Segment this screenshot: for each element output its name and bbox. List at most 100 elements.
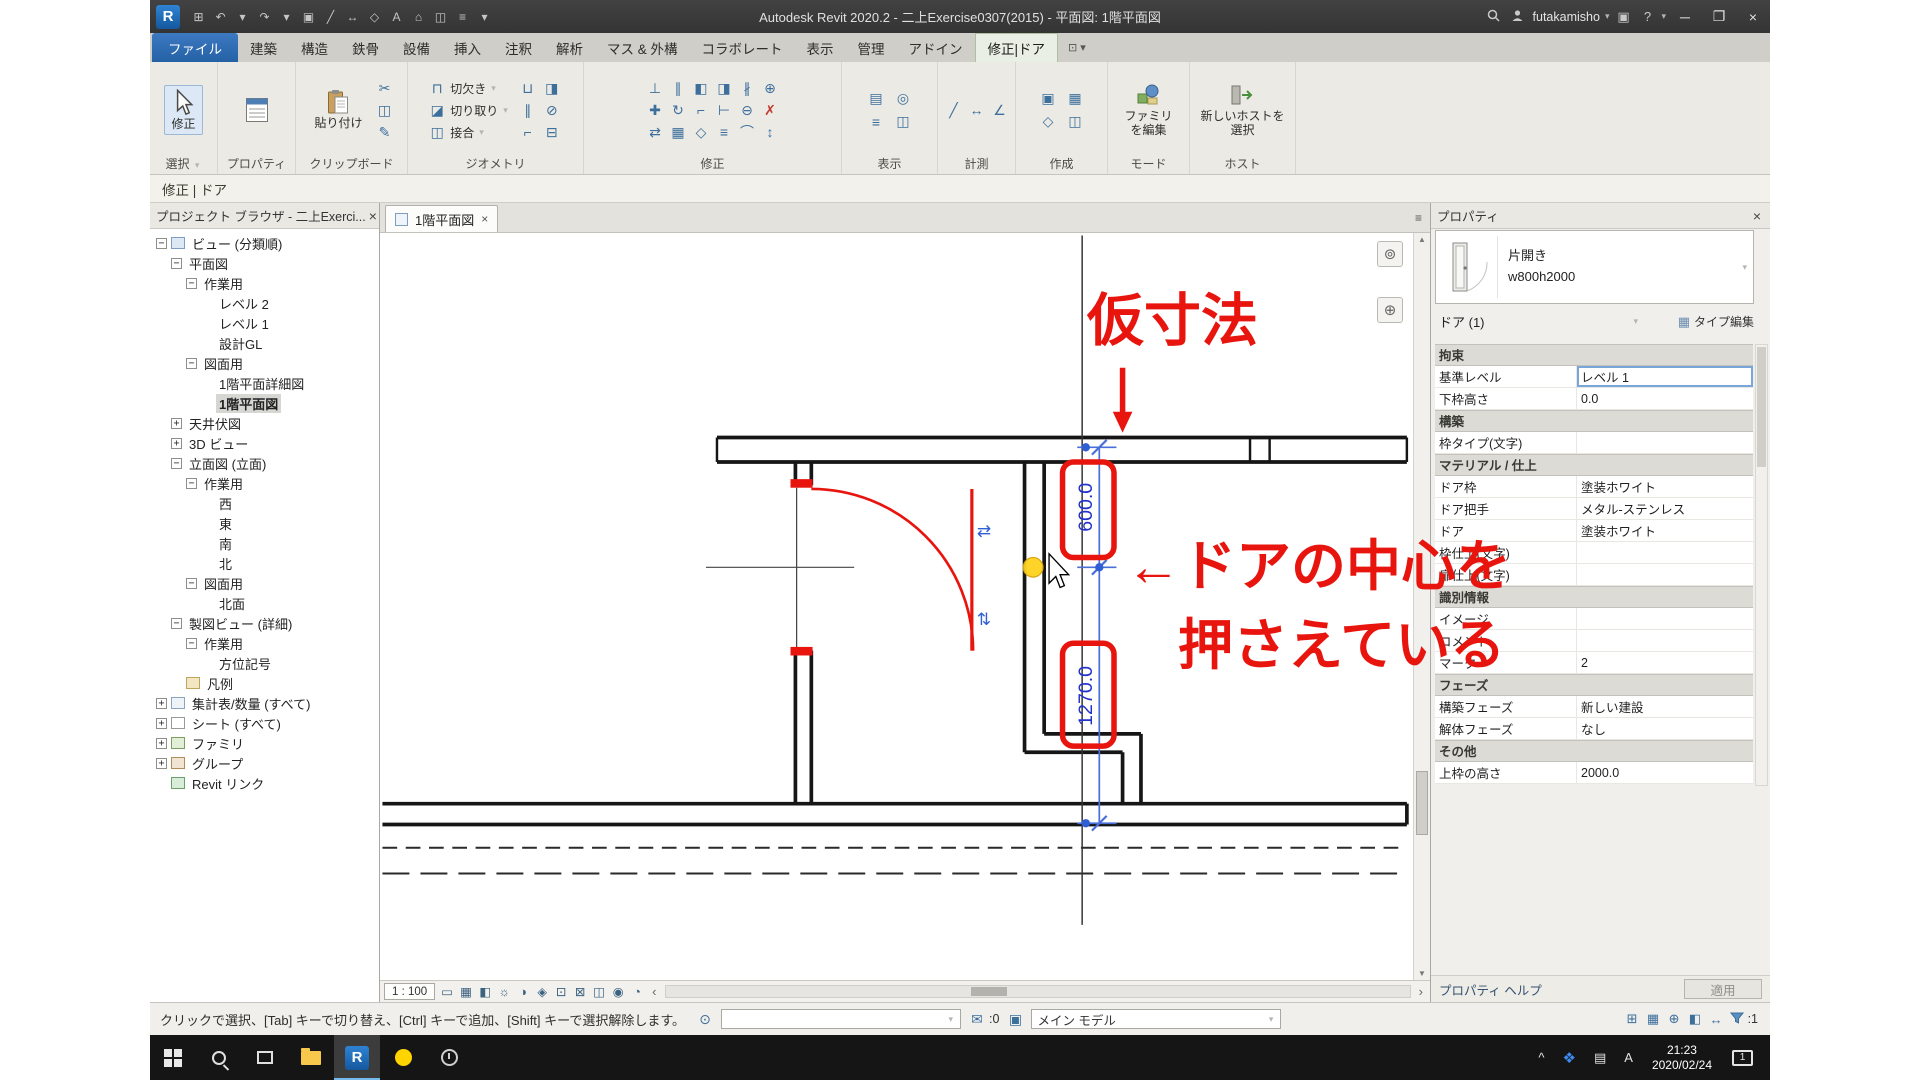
- collapse-icon[interactable]: −: [171, 258, 182, 269]
- temp-dim-600[interactable]: 600.0: [1075, 483, 1097, 532]
- prop-value-10[interactable]: [1577, 564, 1753, 585]
- scale-icon[interactable]: ◇: [691, 122, 711, 142]
- expand-icon[interactable]: +: [156, 758, 167, 769]
- help-icon[interactable]: ?: [1635, 9, 1659, 24]
- detail-level-icon[interactable]: ▦: [457, 983, 475, 1001]
- analytical-model-icon[interactable]: ◔: [628, 983, 646, 1001]
- project-browser-header[interactable]: プロジェクト ブラウザ - 二上Exerci... ×: [150, 203, 379, 229]
- properties-scrollbar[interactable]: [1755, 344, 1768, 786]
- prop-group-0[interactable]: 拘束: [1435, 344, 1753, 366]
- prop-group-18[interactable]: その他: [1435, 740, 1753, 762]
- create-similar-icon[interactable]: ▣: [1038, 89, 1058, 109]
- ribbon-tab-9[interactable]: 表示: [795, 33, 846, 62]
- tree-item-5[interactable]: 設計GL: [150, 333, 379, 353]
- create-parts-icon[interactable]: ◫: [1065, 112, 1085, 132]
- prop-value-2[interactable]: 0.0: [1577, 388, 1753, 409]
- scroll-right-icon[interactable]: ›: [1416, 984, 1426, 999]
- collapse-icon[interactable]: −: [156, 238, 167, 249]
- user-dropdown-icon[interactable]: ▾: [1605, 11, 1610, 22]
- join-geometry-button[interactable]: ◫接合▾: [427, 121, 510, 143]
- copy-element-icon[interactable]: ⇄: [645, 122, 665, 142]
- rotate-icon[interactable]: ↻: [668, 100, 688, 120]
- view-templates-icon[interactable]: ▤: [866, 89, 886, 109]
- keyboard-icon[interactable]: ▤: [1585, 1050, 1615, 1066]
- undo-icon[interactable]: ↶: [210, 6, 231, 27]
- modify-tool-button[interactable]: 修正: [164, 85, 202, 136]
- worksets-icon[interactable]: ⊙: [695, 1009, 715, 1029]
- minimize-button[interactable]: ─: [1668, 0, 1702, 33]
- tag-icon[interactable]: ◇: [364, 6, 385, 27]
- create-assembly-icon[interactable]: ◇: [1038, 112, 1058, 132]
- reveal-hidden-elements-icon[interactable]: ◉: [609, 983, 627, 1001]
- start-button[interactable]: [150, 1035, 196, 1080]
- revit-app-icon[interactable]: R: [156, 5, 180, 29]
- pick-new-host-button[interactable]: 新しいホストを 選択: [1194, 79, 1290, 141]
- prop-value-16[interactable]: 新しい建設: [1577, 696, 1753, 717]
- workspace-icon[interactable]: ⊞: [188, 6, 209, 27]
- ribbon-tab-1[interactable]: 構造: [289, 33, 340, 62]
- trim-single-icon[interactable]: ⊢: [714, 100, 734, 120]
- sun-path-icon[interactable]: ☼: [495, 983, 513, 1001]
- undo-dropdown-icon[interactable]: ▾: [232, 6, 253, 27]
- measure-between-icon[interactable]: ╱: [944, 100, 964, 120]
- revit-taskbar-button[interactable]: R: [334, 1035, 380, 1080]
- hidden-icons-chevron[interactable]: ^: [1529, 1050, 1553, 1065]
- search-icon[interactable]: [1482, 9, 1506, 25]
- temporary-hide-isolate-icon[interactable]: ◫: [590, 983, 608, 1001]
- collapse-icon[interactable]: −: [171, 618, 182, 629]
- editing-requests[interactable]: ✉:0: [967, 1009, 999, 1029]
- task-view-button[interactable]: [242, 1035, 288, 1080]
- properties-scroll-thumb[interactable]: [1757, 347, 1766, 467]
- tree-item-9[interactable]: +天井伏図: [150, 413, 379, 433]
- tree-item-15[interactable]: 南: [150, 533, 379, 553]
- active-workset-select[interactable]: ▾: [721, 1009, 961, 1029]
- pin-icon[interactable]: ⊕: [760, 78, 780, 98]
- tree-item-18[interactable]: 北面: [150, 593, 379, 613]
- design-options-icon[interactable]: ▣: [1005, 1009, 1025, 1029]
- section-icon[interactable]: ◫: [430, 6, 451, 27]
- unpin-icon[interactable]: ⊖: [737, 100, 757, 120]
- edit-type-button[interactable]: ▦ タイプ編集: [1650, 313, 1754, 330]
- select-by-face-icon[interactable]: ◧: [1686, 1010, 1705, 1029]
- visual-style-icon[interactable]: ◧: [476, 983, 494, 1001]
- help-dropdown-icon[interactable]: ▾: [1661, 11, 1666, 22]
- array-icon[interactable]: ▦: [668, 122, 688, 142]
- crop-region-icon[interactable]: ▭: [438, 983, 456, 1001]
- design-option-select[interactable]: メイン モデル▾: [1031, 1009, 1281, 1029]
- redo-dropdown-icon[interactable]: ▾: [276, 6, 297, 27]
- expand-icon[interactable]: +: [156, 698, 167, 709]
- filter-icon[interactable]: [1730, 1012, 1744, 1027]
- selection-filter[interactable]: ドア (1) ▾: [1435, 312, 1644, 331]
- type-selector[interactable]: 片開き w800h2000 ▾: [1435, 230, 1754, 304]
- ribbon-tab-6[interactable]: 解析: [544, 33, 595, 62]
- print-icon[interactable]: ▣: [298, 6, 319, 27]
- tree-item-17[interactable]: −図面用: [150, 573, 379, 593]
- ribbon-tab-3[interactable]: 設備: [391, 33, 442, 62]
- tree-item-25[interactable]: +ファミリ: [150, 733, 379, 753]
- tree-item-2[interactable]: −作業用: [150, 273, 379, 293]
- trim-corner-icon[interactable]: ⌐: [691, 100, 711, 120]
- view-tab-menu-icon[interactable]: ≡: [1407, 211, 1430, 225]
- prop-value-4[interactable]: [1577, 432, 1753, 453]
- expand-icon[interactable]: +: [156, 718, 167, 729]
- tree-item-21[interactable]: 方位記号: [150, 653, 379, 673]
- prop-value-19[interactable]: 2000.0: [1577, 762, 1753, 783]
- cut-geometry-button[interactable]: ◪切り取り▾: [427, 99, 510, 121]
- ribbon-tab-10[interactable]: 管理: [846, 33, 897, 62]
- offset-icon[interactable]: ∥: [668, 78, 688, 98]
- scroll-up-icon[interactable]: ▲: [1414, 235, 1430, 244]
- ribbon-tab-7[interactable]: マス & 外構: [595, 33, 690, 62]
- wall-join-icon[interactable]: ⌐: [518, 122, 538, 142]
- prop-value-12[interactable]: [1577, 608, 1753, 629]
- prop-value-1[interactable]: レベル 1: [1577, 366, 1753, 387]
- tree-item-1[interactable]: −平面図: [150, 253, 379, 273]
- hide-crop-icon[interactable]: ⊠: [571, 983, 589, 1001]
- tree-item-7[interactable]: 1階平面詳細図: [150, 373, 379, 393]
- navigation-wheel-icon[interactable]: ⊚: [1377, 241, 1403, 267]
- expand-icon[interactable]: +: [171, 438, 182, 449]
- dropbox-icon[interactable]: ❖: [1554, 1049, 1585, 1067]
- delete-icon[interactable]: ✗: [760, 100, 780, 120]
- apply-coping-icon[interactable]: ⊔: [518, 78, 538, 98]
- cope-button[interactable]: ⊓切欠き▾: [427, 77, 510, 99]
- collapse-icon[interactable]: −: [171, 458, 182, 469]
